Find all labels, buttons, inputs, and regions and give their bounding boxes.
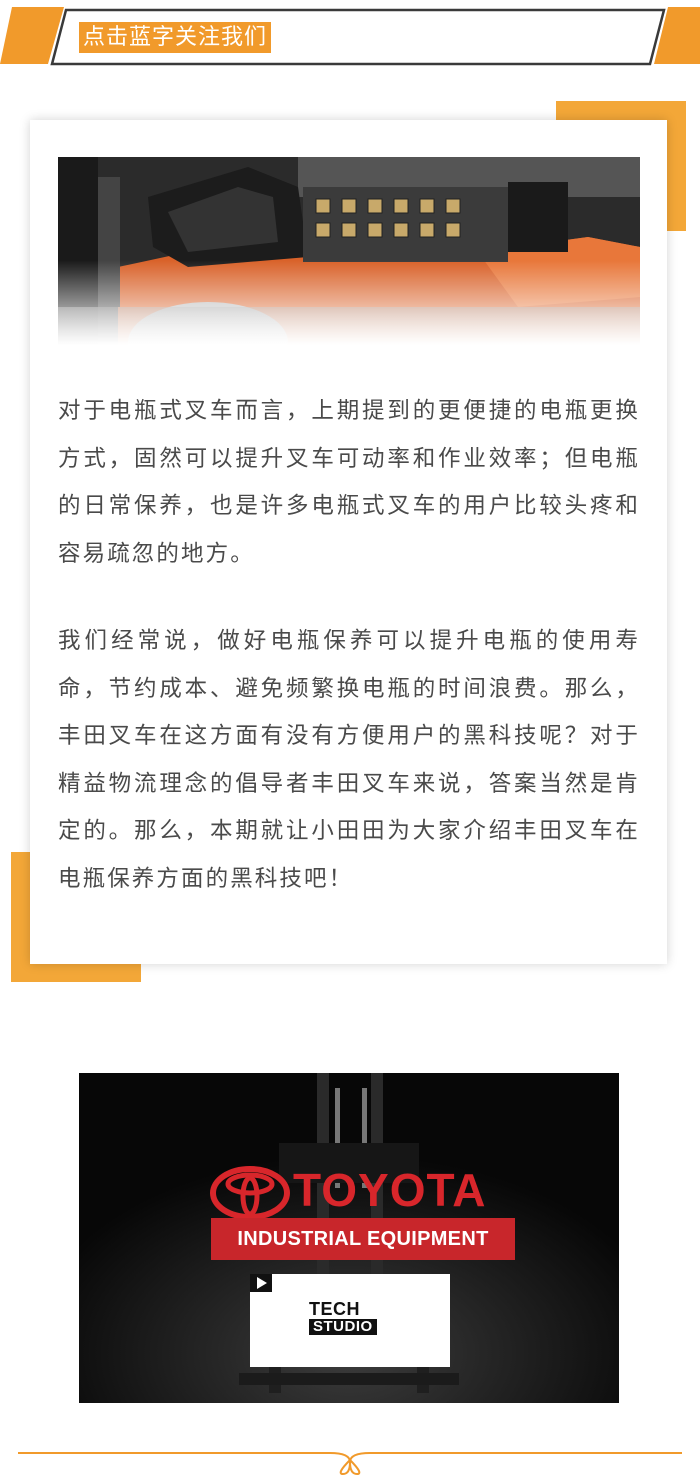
article-card: 对于电瓶式叉车而言，上期提到的更便捷的电瓶更换方式，固然可以提升叉车可动率和作业…: [30, 120, 667, 964]
loop-ornament-icon: [329, 1452, 371, 1476]
toyota-wordmark: TOYOTA: [293, 1164, 487, 1216]
intro-paragraph: 对于电瓶式叉车而言，上期提到的更便捷的电瓶更换方式，固然可以提升叉车可动率和作业…: [58, 398, 640, 567]
forklift-battery-photo: [58, 157, 640, 345]
follow-banner[interactable]: 点击蓝字关注我们: [0, 0, 700, 76]
tech-label: TECH: [309, 1299, 360, 1319]
studio-label: STUDIO: [309, 1319, 377, 1335]
body-paragraph: 我们经常说，做好电瓶保养可以提升电瓶的使用寿命，节约成本、避免频繁换电瓶的时间浪…: [58, 628, 640, 892]
bottom-divider: [18, 1452, 682, 1476]
video-panel[interactable]: TOYOTA INDUSTRIAL EQUIPMENT TECH STUDIO: [79, 1073, 619, 1403]
toyota-emblem-icon: [210, 1166, 290, 1220]
play-icon[interactable]: [250, 1274, 272, 1292]
tech-studio-logo: TECH STUDIO: [250, 1274, 450, 1367]
industrial-equipment-band: INDUSTRIAL EQUIPMENT: [211, 1218, 515, 1260]
follow-us-label[interactable]: 点击蓝字关注我们: [79, 22, 272, 53]
